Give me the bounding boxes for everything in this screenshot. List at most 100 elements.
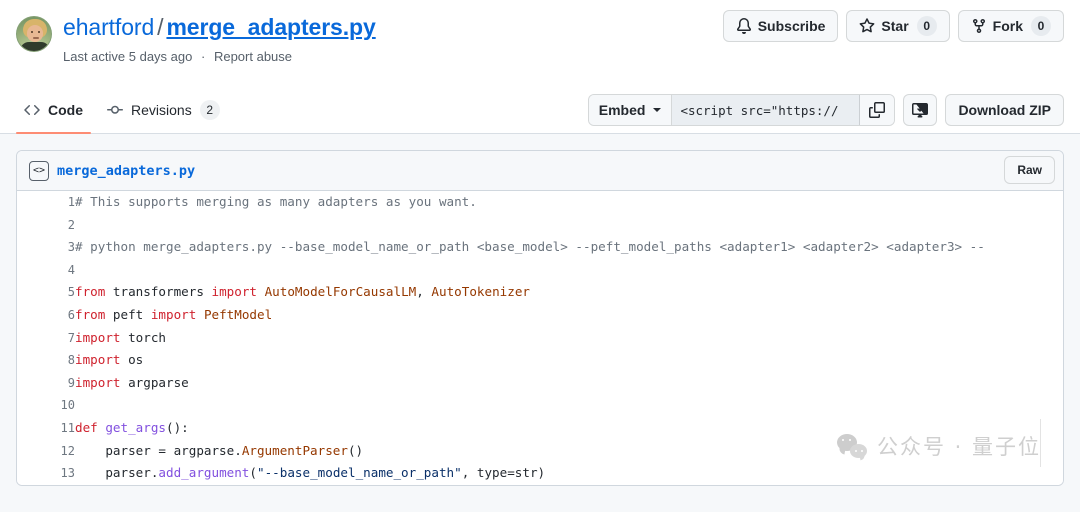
line-number[interactable]: 13 [17, 462, 75, 485]
download-zip-button[interactable]: Download ZIP [945, 94, 1064, 126]
line-content[interactable] [75, 214, 1063, 237]
gist-filename-link[interactable]: merge_adapters.py [166, 14, 375, 40]
code-line: 12 parser = argparse.ArgumentParser() [17, 440, 1063, 463]
code-token: ( [249, 465, 257, 480]
header-actions: Subscribe Star 0 Fork 0 [723, 10, 1064, 42]
code-token: peft [105, 307, 151, 322]
code-token: () [348, 443, 363, 458]
line-number[interactable]: 9 [17, 372, 75, 395]
line-number[interactable]: 2 [17, 214, 75, 237]
code-token: import [75, 352, 121, 367]
code-token: # This supports merging as many adapters… [75, 194, 477, 209]
git-commit-icon [107, 102, 123, 118]
tab-code-label: Code [48, 95, 83, 125]
desktop-download-button[interactable] [903, 94, 937, 126]
raw-button-label: Raw [1017, 163, 1042, 177]
line-number[interactable]: 3 [17, 236, 75, 259]
line-content[interactable] [75, 394, 1063, 417]
subscribe-button-label: Subscribe [758, 16, 826, 36]
gist-page: ehartford/merge_adapters.py Last active … [0, 0, 1080, 512]
gist-header: ehartford/merge_adapters.py Last active … [0, 0, 1080, 86]
meta-dot: · [201, 49, 205, 64]
code-icon [24, 102, 40, 118]
code-token: ArgumentParser [242, 443, 348, 458]
line-content[interactable]: # This supports merging as many adapters… [75, 191, 1063, 214]
line-number[interactable]: 4 [17, 259, 75, 282]
line-number[interactable]: 12 [17, 440, 75, 463]
raw-button[interactable]: Raw [1004, 156, 1055, 184]
line-content[interactable]: from peft import PeftModel [75, 304, 1063, 327]
file-card: <> merge_adapters.py Raw 1# This support… [16, 150, 1064, 486]
line-number[interactable]: 11 [17, 417, 75, 440]
code-line: 8import os [17, 349, 1063, 372]
line-number[interactable]: 10 [17, 394, 75, 417]
star-button[interactable]: Star 0 [846, 10, 949, 42]
chevron-down-icon [653, 108, 661, 112]
subscribe-button[interactable]: Subscribe [723, 10, 839, 42]
code-token: argparse [121, 375, 189, 390]
code-line: 1# This supports merging as many adapter… [17, 191, 1063, 214]
tab-actions: Embed Download ZIP [588, 94, 1064, 126]
code-line: 13 parser.add_argument("--base_model_nam… [17, 462, 1063, 485]
line-content[interactable]: def get_args(): [75, 417, 1063, 440]
code-token: from [75, 284, 105, 299]
embed-group: Embed [588, 94, 896, 126]
line-content[interactable]: from transformers import AutoModelForCau… [75, 281, 1063, 304]
star-count: 0 [917, 16, 937, 36]
desktop-download-icon [912, 102, 928, 118]
code-token: import [75, 375, 121, 390]
fork-button-label: Fork [993, 16, 1023, 36]
line-number[interactable]: 8 [17, 349, 75, 372]
code-token: parser. [75, 465, 158, 480]
line-content[interactable]: parser = argparse.ArgumentParser() [75, 440, 1063, 463]
code-line: 7import torch [17, 327, 1063, 350]
gist-meta: Last active 5 days ago · Report abuse [63, 48, 376, 66]
code-token [257, 284, 265, 299]
line-content[interactable]: import argparse [75, 372, 1063, 395]
code-token: parser = argparse. [75, 443, 242, 458]
code-token: AutoModelForCausalLM [265, 284, 417, 299]
code-token: add_argument [158, 465, 249, 480]
fork-button[interactable]: Fork 0 [958, 10, 1064, 42]
line-content[interactable]: parser.add_argument("--base_model_name_o… [75, 462, 1063, 485]
line-content[interactable]: # python merge_adapters.py --base_model_… [75, 236, 1063, 259]
star-icon [859, 18, 875, 34]
code-line: 10 [17, 394, 1063, 417]
file-name-label[interactable]: merge_adapters.py [57, 163, 195, 179]
tab-code[interactable]: Code [16, 86, 91, 133]
star-button-label: Star [881, 16, 908, 36]
line-number[interactable]: 1 [17, 191, 75, 214]
tab-list: Code Revisions 2 [16, 86, 228, 133]
avatar[interactable] [16, 16, 52, 52]
title-separator: / [157, 14, 163, 40]
code-token: PeftModel [204, 307, 272, 322]
line-number[interactable]: 6 [17, 304, 75, 327]
gist-body: <> merge_adapters.py Raw 1# This support… [0, 134, 1080, 512]
line-number[interactable]: 7 [17, 327, 75, 350]
line-content[interactable] [75, 259, 1063, 282]
code-token: # python merge_adapters.py --base_model_… [75, 239, 985, 254]
code-token: , type=str) [462, 465, 545, 480]
download-zip-label: Download ZIP [958, 100, 1051, 120]
code-token [196, 307, 204, 322]
tab-revisions[interactable]: Revisions 2 [99, 86, 228, 133]
code-token: transformers [105, 284, 211, 299]
code-line: 2 [17, 214, 1063, 237]
embed-url-input[interactable] [672, 95, 860, 125]
code-line: 4 [17, 259, 1063, 282]
code-body[interactable]: 1# This supports merging as many adapter… [17, 191, 1063, 485]
line-content[interactable]: import os [75, 349, 1063, 372]
copy-icon [869, 102, 885, 118]
code-line: 6from peft import PeftModel [17, 304, 1063, 327]
report-abuse-link[interactable]: Report abuse [214, 49, 292, 64]
fork-icon [971, 18, 987, 34]
embed-select[interactable]: Embed [589, 95, 673, 125]
code-line: 11def get_args(): [17, 417, 1063, 440]
line-number[interactable]: 5 [17, 281, 75, 304]
code-token: (): [166, 420, 189, 435]
revisions-count: 2 [200, 100, 220, 120]
owner-link[interactable]: ehartford [63, 14, 154, 40]
embed-select-label: Embed [599, 102, 646, 118]
copy-embed-button[interactable] [860, 95, 894, 125]
line-content[interactable]: import torch [75, 327, 1063, 350]
